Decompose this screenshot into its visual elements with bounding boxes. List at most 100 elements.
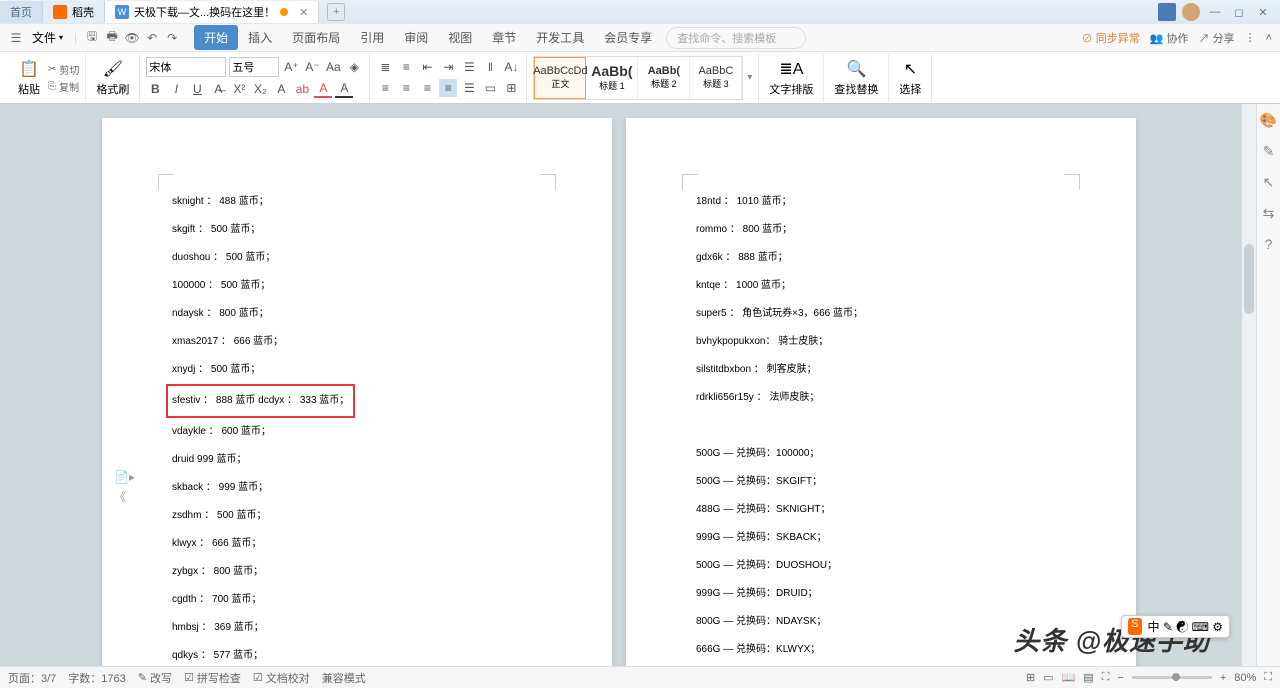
tab-view[interactable]: 视图 <box>438 25 482 50</box>
text-line[interactable]: duoshou ： 500 蓝币； <box>172 244 552 272</box>
page-toggle-icon[interactable]: 📄▸ <box>114 470 135 484</box>
minimize-button[interactable]: — <box>1206 3 1224 21</box>
change-case-icon[interactable]: Aa <box>324 58 342 76</box>
strike-button[interactable]: A̶ <box>209 80 227 98</box>
indent-icon[interactable]: ⇥ <box>439 58 457 76</box>
close-button[interactable]: ✕ <box>1254 3 1272 21</box>
bold-button[interactable]: B <box>146 80 164 98</box>
text-line[interactable]: 999G — 兑换码：DRUID； <box>696 580 1076 608</box>
tab-daoke[interactable]: 稻壳 <box>43 1 105 23</box>
settings-icon[interactable]: ⇆ <box>1263 205 1275 222</box>
tab-dev[interactable]: 开发工具 <box>526 25 594 50</box>
text-layout-button[interactable]: ≣A文字排版 <box>765 57 817 99</box>
sync-status[interactable]: ⊘ 同步异常 <box>1082 30 1140 46</box>
coop-button[interactable]: 👥 协作 <box>1150 30 1189 46</box>
align-right-icon[interactable]: ≡ <box>418 79 436 97</box>
format-brush-button[interactable]: 🖌格式刷 <box>92 57 133 99</box>
text-line[interactable]: sknight ： 488 蓝币； <box>172 188 552 216</box>
fullscreen-icon[interactable]: ⛶ <box>1264 671 1272 684</box>
text-line[interactable] <box>696 412 1076 440</box>
text-line[interactable]: 488G — 兑换码：SKNIGHT； <box>696 496 1076 524</box>
style-h3[interactable]: AaBbC标题 3 <box>690 57 742 99</box>
cut-button[interactable]: ✂ 剪切 <box>48 62 79 77</box>
more-icon[interactable]: ⋮ <box>1245 31 1256 44</box>
view-mode4-icon[interactable]: ▤ <box>1083 671 1093 684</box>
help-icon[interactable]: ? <box>1265 236 1273 252</box>
tab-start[interactable]: 开始 <box>194 25 238 50</box>
tab-chapter[interactable]: 章节 <box>482 25 526 50</box>
paste-button[interactable]: 📋粘贴 <box>14 57 44 99</box>
document-area[interactable]: sknight ： 488 蓝币；skgift ： 500 蓝币；duoshou… <box>0 104 1256 666</box>
text-line[interactable]: 500G — 兑换码：100000； <box>696 440 1076 468</box>
hamburger-icon[interactable]: ☰ <box>8 30 24 46</box>
tab-home[interactable]: 首页 <box>0 1 43 23</box>
collapse-ribbon-icon[interactable]: ˄ <box>1266 32 1272 44</box>
text-line[interactable]: qdkys ： 577 蓝币； <box>172 642 552 666</box>
text-line[interactable]: ndaysk ： 800 蓝币； <box>172 300 552 328</box>
text-line[interactable]: vdaykle ： 600 蓝币； <box>172 418 552 446</box>
grow-font-icon[interactable]: A⁺ <box>282 58 300 76</box>
style-h2[interactable]: AaBb(标题 2 <box>638 57 690 99</box>
zoom-fit-icon[interactable]: ⛶ <box>1102 671 1110 684</box>
select-button[interactable]: ↖选择 <box>895 57 925 99</box>
pointer-icon[interactable]: ↖ <box>1263 174 1275 191</box>
ime-bar[interactable]: S中 ✎ ☯ ⌨ ⚙ <box>1121 615 1230 638</box>
align-center-icon[interactable]: ≡ <box>397 79 415 97</box>
page-collapse-icon[interactable]: 《 <box>114 488 135 505</box>
text-line[interactable]: zsdhm ： 500 蓝币； <box>172 502 552 530</box>
superscript-button[interactable]: X² <box>230 80 248 98</box>
outdent-icon[interactable]: ⇤ <box>418 58 436 76</box>
text-line[interactable]: hmbsj ： 369 蓝币； <box>172 614 552 642</box>
notification-badge[interactable]: 1 <box>1158 3 1176 21</box>
tab-vip[interactable]: 会员专享 <box>594 25 662 50</box>
compat-mode[interactable]: 兼容模式 <box>322 670 366 686</box>
text-line[interactable]: 999G — 兑换码：SKBACK； <box>696 524 1076 552</box>
view-mode2-icon[interactable]: ▭ <box>1043 671 1053 684</box>
text-line[interactable]: 100000 ： 500 蓝币； <box>172 272 552 300</box>
view-mode1-icon[interactable]: ⊞ <box>1026 671 1035 684</box>
view-mode3-icon[interactable]: 📖 <box>1062 671 1076 684</box>
text-effect-button[interactable]: A <box>272 80 290 98</box>
rewrite-button[interactable]: ✎ 改写 <box>138 670 172 686</box>
shading-icon[interactable]: ▭ <box>481 79 499 97</box>
print-icon[interactable]: 🖶 <box>104 30 120 46</box>
clear-format-icon[interactable]: ◈ <box>345 58 363 76</box>
text-line[interactable]: gdx6k ： 888 蓝币； <box>696 244 1076 272</box>
zoom-level[interactable]: 80% <box>1234 672 1256 684</box>
find-replace-button[interactable]: 🔍查找替换 <box>830 57 882 99</box>
text-line[interactable]: xmas2017 ： 666 蓝币； <box>172 328 552 356</box>
text-line[interactable]: skgift ： 500 蓝币； <box>172 216 552 244</box>
shrink-font-icon[interactable]: A⁻ <box>303 58 321 76</box>
italic-button[interactable]: I <box>167 80 185 98</box>
add-tab-button[interactable]: + <box>327 3 345 21</box>
subscript-button[interactable]: X₂ <box>251 80 269 98</box>
tab-document[interactable]: W天极下载—文...换码在这里！✕ <box>105 1 319 23</box>
font-size-select[interactable] <box>229 57 279 77</box>
style-body[interactable]: AaBbCcDd正文 <box>534 57 586 99</box>
text-line[interactable]: rdrkli656r15y ： 法师皮肤； <box>696 384 1076 412</box>
text-line[interactable]: kntqe ： 1000 蓝币； <box>696 272 1076 300</box>
zoom-in-button[interactable]: + <box>1220 672 1226 684</box>
preview-icon[interactable]: 👁 <box>124 30 140 46</box>
page-side-controls[interactable]: 📄▸ 《 <box>114 470 135 505</box>
text-line[interactable]: cgdth ： 700 蓝币； <box>172 586 552 614</box>
word-count[interactable]: 字数：1763 <box>68 670 125 686</box>
redo-icon[interactable]: ↷ <box>164 30 180 46</box>
tab-layout[interactable]: 页面布局 <box>282 25 350 50</box>
highlight-button[interactable]: ab <box>293 80 311 98</box>
spellcheck-button[interactable]: ☑ 拼写检查 <box>184 670 241 686</box>
sort-icon[interactable]: A↓ <box>502 58 520 76</box>
scroll-thumb[interactable] <box>1244 244 1254 314</box>
line-spacing-icon[interactable]: ‖ <box>481 58 499 76</box>
close-tab-icon[interactable]: ✕ <box>299 6 308 19</box>
palette-icon[interactable]: 🎨 <box>1260 112 1277 129</box>
font-color-button[interactable]: A <box>314 80 332 98</box>
text-line[interactable]: xnydj ： 500 蓝币； <box>172 356 552 384</box>
file-menu[interactable]: 文件▾ <box>28 29 67 46</box>
font-name-select[interactable] <box>146 57 226 77</box>
bullet-list-icon[interactable]: ≣ <box>376 58 394 76</box>
page-1[interactable]: sknight ： 488 蓝币；skgift ： 500 蓝币；duoshou… <box>102 118 612 666</box>
distribute-icon[interactable]: ☰ <box>460 79 478 97</box>
style-gallery[interactable]: AaBbCcDd正文 AaBb(标题 1 AaBb(标题 2 AaBbC标题 3 <box>533 56 743 100</box>
text-line[interactable]: rommo ： 800 蓝币； <box>696 216 1076 244</box>
